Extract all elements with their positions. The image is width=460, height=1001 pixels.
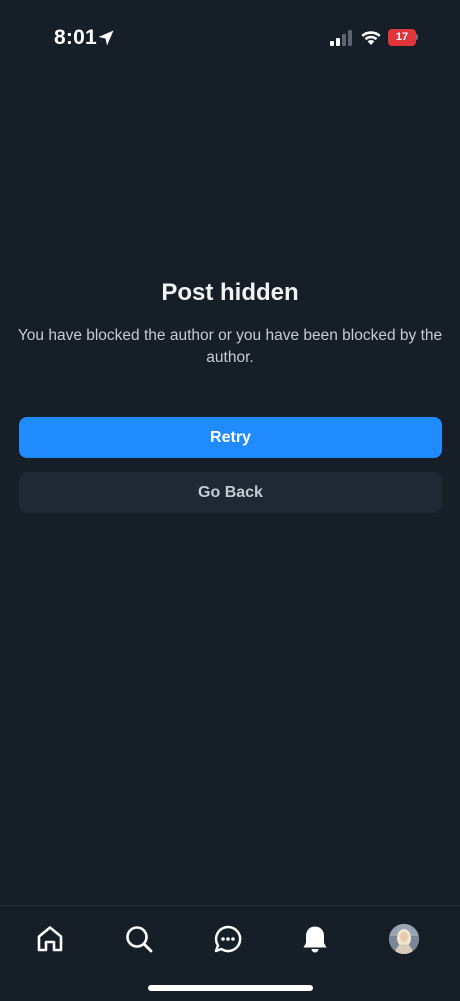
- avatar: [389, 924, 419, 954]
- retry-button[interactable]: Retry: [19, 417, 442, 458]
- battery-tip: [416, 34, 418, 40]
- location-arrow-icon: [98, 30, 114, 46]
- nav-notifications[interactable]: [298, 922, 332, 956]
- bell-icon: [303, 926, 327, 953]
- post-hidden-panel: Post hidden You have blocked the author …: [0, 276, 460, 369]
- nav-home[interactable]: [33, 922, 67, 956]
- battery-charging-icon: 17: [388, 29, 420, 46]
- wifi-icon: [361, 31, 381, 45]
- nav-profile[interactable]: [387, 922, 421, 956]
- home-icon: [37, 926, 63, 952]
- search-icon: [126, 926, 153, 953]
- status-bar: 8:01 17: [0, 0, 460, 76]
- cellular-signal-icon: [330, 30, 352, 46]
- hidden-message: You have blocked the author or you have …: [17, 327, 443, 366]
- battery-level: 17: [395, 31, 409, 43]
- home-indicator: [148, 985, 313, 991]
- nav-chat[interactable]: [211, 922, 245, 956]
- page-title: Post hidden: [161, 279, 299, 306]
- status-time: 8:01: [54, 26, 97, 49]
- go-back-button[interactable]: Go Back: [19, 472, 442, 513]
- nav-search[interactable]: [122, 922, 156, 956]
- chat-icon: [214, 925, 242, 953]
- avatar-image: [389, 924, 419, 954]
